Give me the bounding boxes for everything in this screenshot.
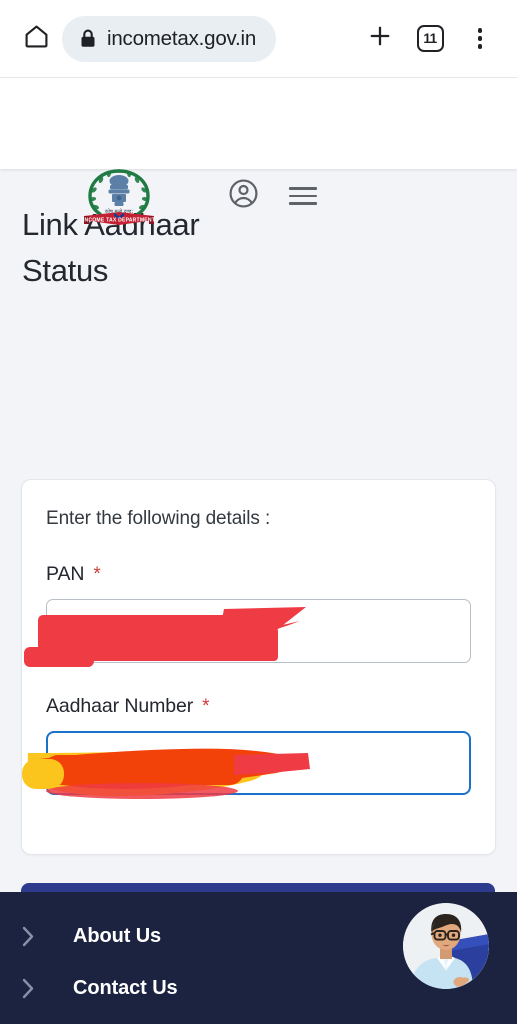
browser-actions: 11 bbox=[357, 16, 503, 62]
pan-input[interactable] bbox=[46, 599, 471, 663]
home-button[interactable] bbox=[14, 17, 58, 61]
account-button[interactable] bbox=[228, 178, 259, 214]
address-bar[interactable]: incometax.gov.in bbox=[62, 15, 277, 62]
kebab-menu-icon bbox=[477, 28, 483, 49]
hamburger-bar bbox=[289, 194, 317, 198]
chatbot-avatar-icon bbox=[403, 903, 489, 989]
app-root: incometax.gov.in 11 INCOME TAX DEPARTMEN… bbox=[0, 0, 517, 1024]
tab-switcher-button[interactable]: 11 bbox=[407, 16, 453, 62]
view-link-aadhaar-status-button[interactable]: View Link Aadhaar Status bbox=[21, 883, 495, 892]
pan-label: PAN * bbox=[46, 563, 471, 586]
plus-icon bbox=[367, 23, 393, 54]
income-tax-department-emblem-icon: कोष मूलो दण्ड: INCOME TAX DEPARTMENT bbox=[80, 169, 158, 234]
hamburger-bar bbox=[289, 187, 317, 190]
hamburger-bar bbox=[289, 202, 317, 205]
form-intro-text: Enter the following details : bbox=[46, 508, 271, 529]
browser-toolbar: incometax.gov.in 11 bbox=[0, 0, 517, 78]
field-aadhaar: Aadhaar Number * bbox=[22, 695, 471, 799]
chevron-right-icon bbox=[22, 978, 46, 999]
new-tab-button[interactable] bbox=[357, 16, 403, 62]
site-menu-button[interactable] bbox=[289, 187, 317, 205]
required-marker: * bbox=[93, 564, 101, 585]
aadhaar-label-text: Aadhaar Number bbox=[46, 695, 194, 717]
aadhaar-input[interactable] bbox=[46, 731, 471, 795]
svg-text:INCOME TAX DEPARTMENT: INCOME TAX DEPARTMENT bbox=[83, 218, 156, 224]
page-content: Link Aadhaar Status Enter the following … bbox=[0, 169, 517, 892]
browser-menu-button[interactable] bbox=[457, 16, 503, 62]
field-pan: PAN * bbox=[24, 563, 471, 667]
aadhaar-label: Aadhaar Number * bbox=[46, 695, 471, 718]
footer-link-label: Contact Us bbox=[73, 976, 178, 999]
form-card: Enter the following details : PAN * Aadh… bbox=[21, 479, 496, 855]
site-header: कोष मूलो दण्ड: INCOME TAX DEPARTMENT bbox=[0, 78, 517, 225]
url-text: incometax.gov.in bbox=[107, 26, 257, 50]
header-actions bbox=[228, 178, 317, 214]
tab-count-badge: 11 bbox=[416, 25, 444, 52]
lock-icon bbox=[80, 29, 96, 48]
chevron-right-icon bbox=[22, 926, 46, 947]
site-logo[interactable]: कोष मूलो दण्ड: INCOME TAX DEPARTMENT bbox=[80, 166, 158, 230]
required-marker: * bbox=[202, 696, 210, 717]
pan-label-text: PAN bbox=[46, 563, 85, 585]
chatbot-avatar-button[interactable] bbox=[403, 903, 489, 989]
account-circle-icon bbox=[228, 178, 259, 214]
footer-link-label: About Us bbox=[73, 924, 162, 947]
home-icon bbox=[23, 23, 50, 55]
